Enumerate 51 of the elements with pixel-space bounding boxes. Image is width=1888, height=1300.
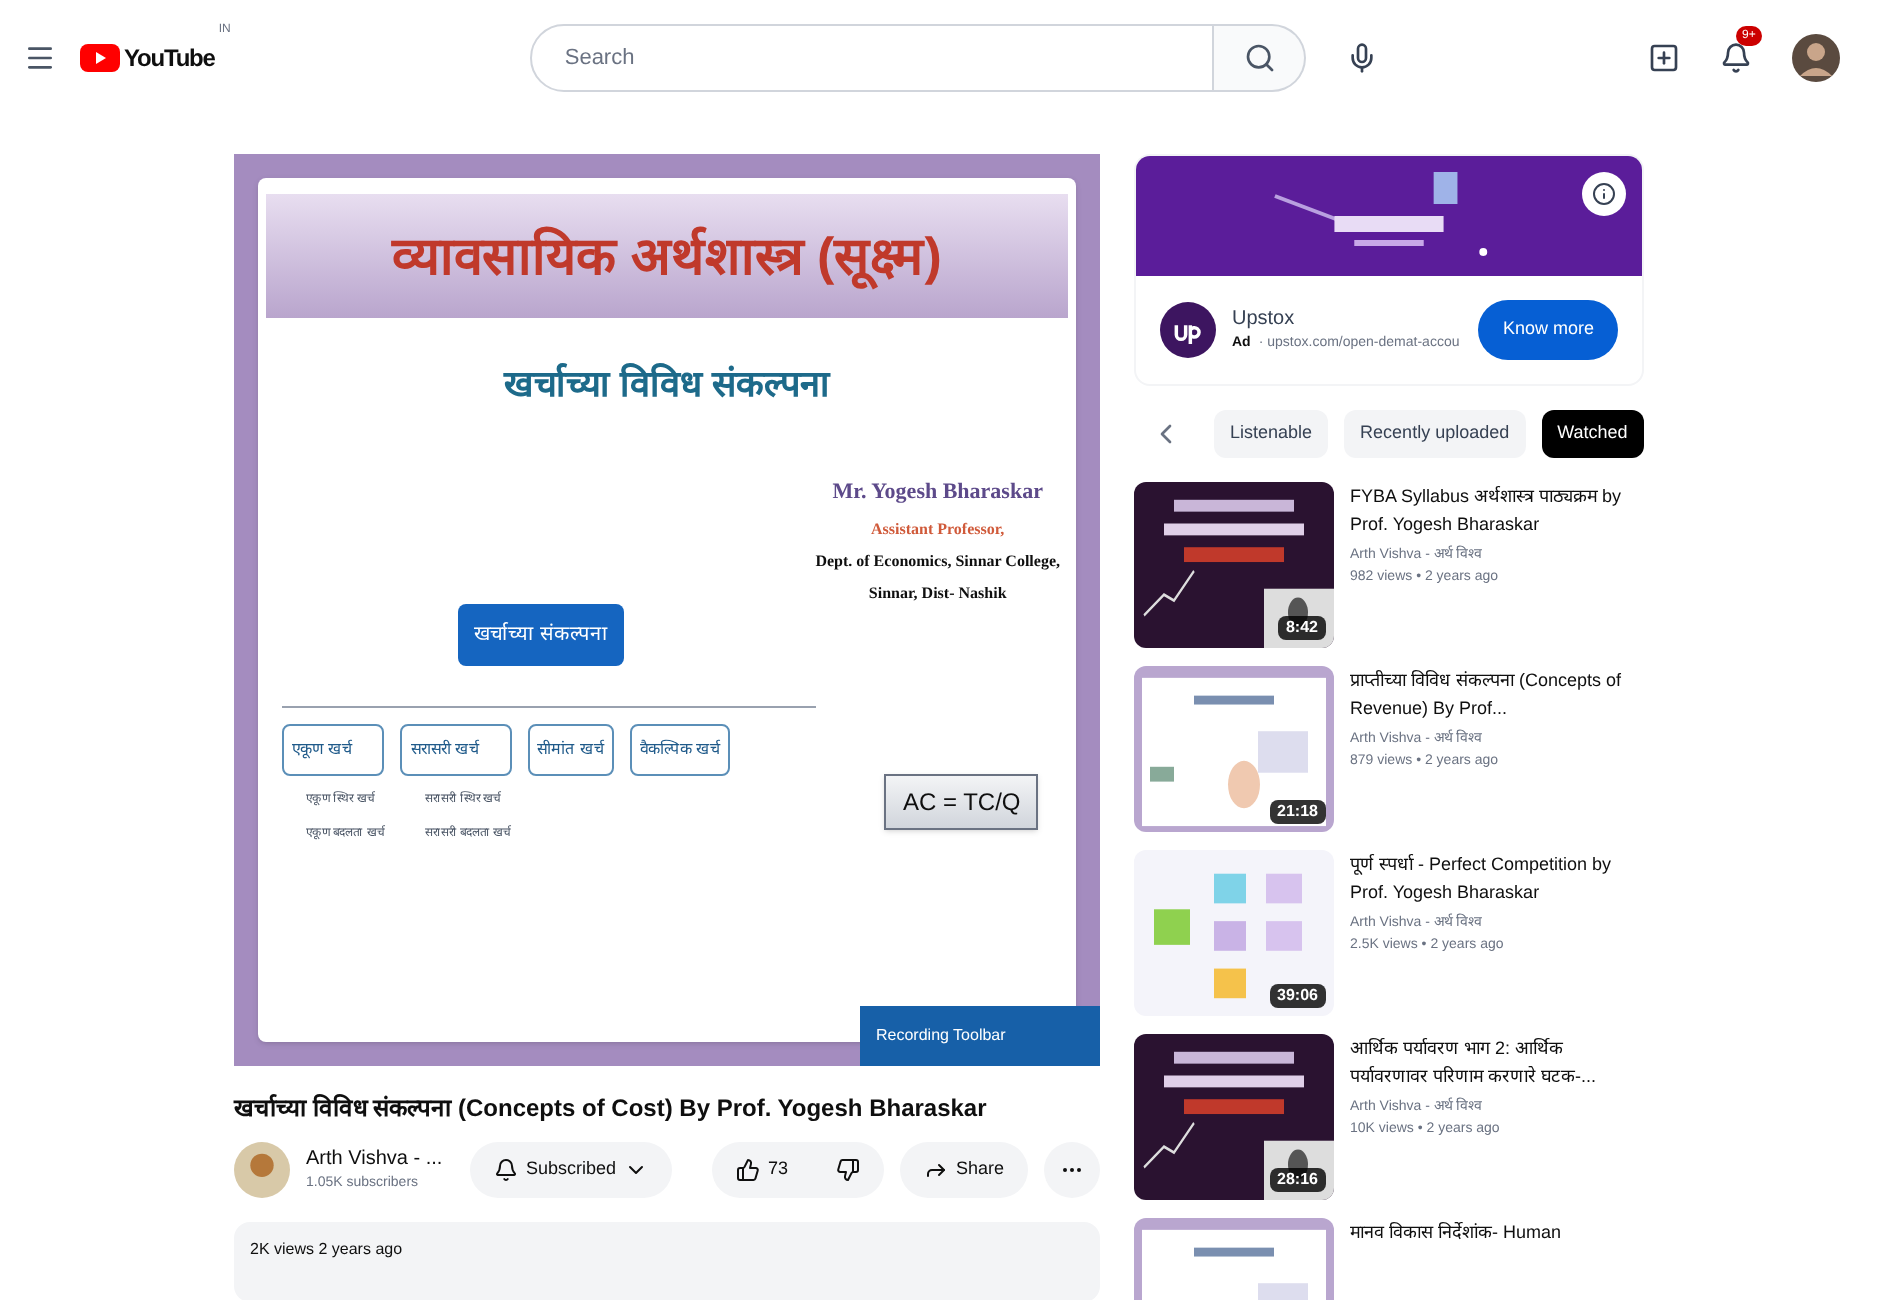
logo-text: YouTube: [124, 46, 215, 70]
filter-chip[interactable]: Recently uploaded: [1344, 410, 1526, 458]
search-button[interactable]: [1214, 24, 1307, 92]
logo[interactable]: YouTube: [80, 44, 215, 72]
share-button[interactable]: Share: [899, 1142, 1028, 1198]
bell-icon: [494, 1158, 518, 1182]
search-field[interactable]: Search: [530, 24, 1215, 92]
subscribed-button[interactable]: Subscribed: [470, 1142, 673, 1198]
video-title[interactable]: आर्थिक पर्यावरण भाग 2: आर्थिक पर्यावरणावर परिणाम करणारे घटक-...: [1350, 1034, 1644, 1090]
filter-chip[interactable]: Listenable: [1214, 410, 1329, 458]
video-title[interactable]: पूर्ण स्पर्धा - Perfect Competition by Prof. Yogesh Bharaskar: [1350, 850, 1644, 906]
share-icon: [923, 1158, 948, 1182]
description-box[interactable]: 2K views 2 years ago: [234, 1222, 1100, 1300]
channel-avatar-icon[interactable]: [234, 1142, 290, 1198]
slide-heading: व्यावसायिक अर्थशास्त्र (सूक्ष्म): [266, 194, 1068, 318]
author-department: Dept. of Economics, Sinnar College,: [815, 549, 1060, 573]
video-title[interactable]: FYBA Syllabus अर्थशास्त्र पाठ्यक्रम by Prof. Yogesh Bharaskar: [1350, 482, 1644, 538]
diagram-node: एकूण खर्च: [282, 724, 385, 776]
advertiser-name: Upstox: [1232, 306, 1297, 335]
filter-chip[interactable]: Watched: [1541, 410, 1644, 458]
video-duration: 21:18: [1269, 800, 1326, 824]
video-title: खर्चाच्या विविध संकल्पना (Concepts of Cost) By Prof. Yogesh Bharaskar: [234, 1092, 989, 1126]
video-title[interactable]: प्राप्तीच्या विविध संकल्पना (Concepts of Revenue) By Prof...: [1350, 666, 1644, 722]
author-role: Assistant Professor,: [871, 517, 1005, 541]
author-location: Sinnar, Dist- Nashik: [868, 581, 1007, 605]
create-icon[interactable]: [1648, 42, 1680, 74]
recording-toolbar[interactable]: Recording Toolbar: [860, 1006, 1100, 1066]
play-logo-icon: [80, 44, 120, 72]
menu-icon[interactable]: [24, 42, 56, 74]
microphone-icon[interactable]: [1346, 42, 1379, 74]
formula: AC = TC/Q: [884, 773, 1039, 829]
search-icon: [1243, 42, 1276, 74]
info-icon[interactable]: [1592, 182, 1616, 206]
diagram-node: सीमांत खर्च: [527, 724, 614, 776]
author-name: Mr. Yogesh Bharaskar: [832, 478, 1043, 508]
diagram-node: वैकल्पिक खर्च: [629, 724, 731, 776]
video-duration: 8:42: [1277, 616, 1326, 640]
know-more-button[interactable]: Know more: [1478, 300, 1618, 360]
thumbs-up-icon: [735, 1158, 760, 1182]
video-duration: 28:16: [1269, 1168, 1326, 1192]
diagram-root-node: खर्चाच्या संकल्पना: [458, 604, 624, 666]
slide-subheading: खर्चाच्या विविध संकल्पना: [501, 361, 833, 408]
avatar-icon[interactable]: [1792, 34, 1840, 82]
dislike-button[interactable]: [835, 1158, 860, 1182]
advertiser-logo-icon: [1160, 302, 1216, 358]
channel-name[interactable]: Arth Vishva - ...: [306, 1144, 446, 1175]
video-title[interactable]: मानव विकास निर्देशांक- Human: [1350, 1218, 1562, 1246]
view-count: 2K views 2 years ago: [250, 1238, 405, 1262]
diagram-node: सरासरी खर्च: [400, 724, 512, 776]
notification-icon[interactable]: [1720, 42, 1752, 74]
video-duration: 39:06: [1269, 984, 1326, 1008]
